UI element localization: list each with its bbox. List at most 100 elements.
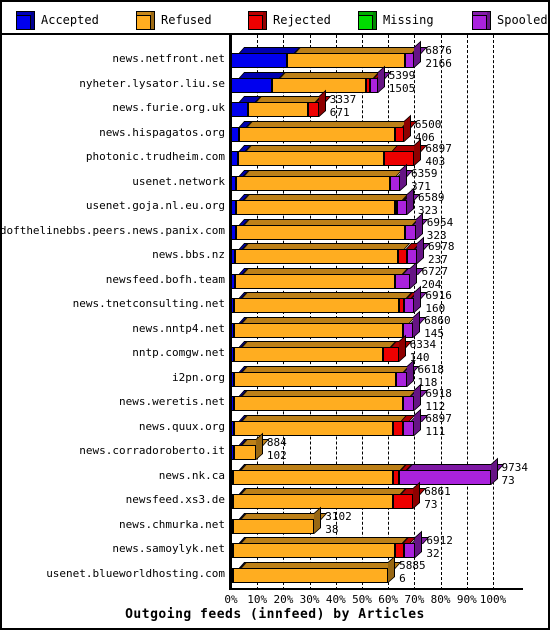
bar-total-label: 6500 — [414, 117, 442, 131]
y-axis-label: news.hispagatos.org — [99, 125, 225, 139]
y-axis-label: usenet.blueworldhosting.com — [46, 566, 225, 580]
bar-row: 884 102 — [231, 432, 493, 461]
bar-row: 6861 73 — [231, 481, 493, 510]
bar-total-label: 6954 — [426, 215, 454, 229]
x-tick-label: 60% — [378, 593, 399, 606]
bar-segment-rejected — [395, 543, 404, 558]
bar-side-cap — [314, 506, 322, 534]
bar-segment-refused — [236, 200, 395, 215]
x-tick-label: 70% — [404, 593, 425, 606]
bar-side-cap — [414, 40, 422, 68]
x-tick-label: 0% — [224, 593, 238, 606]
bar-value-label: 111 — [425, 424, 446, 438]
bar-value-label: 323 — [426, 228, 447, 242]
y-axis-label: news.tnetconsulting.net — [72, 297, 225, 310]
y-axis-label: endofthelinebbs.peers.news.panix.com — [0, 223, 225, 237]
bar-side-cap — [410, 261, 418, 289]
y-axis-label: news.chmurka.net — [119, 517, 225, 531]
bar-segment-refused — [287, 53, 406, 68]
legend-swatch-spooled-icon — [472, 10, 491, 30]
bar-segment-spooled — [394, 273, 411, 289]
x-tick-label: 10% — [247, 593, 268, 606]
bar-row: 6860 145 — [231, 310, 493, 340]
bar-side-cap — [417, 236, 425, 264]
bar-value-label: 237 — [428, 253, 448, 266]
bar-row: 6916 160 — [231, 285, 493, 314]
y-axis-label: news.nntp4.net — [132, 321, 225, 335]
bar-value-label: 6 — [399, 571, 406, 585]
chart-legend: Accepted Refused Rejected Missing Spooled — [2, 2, 548, 35]
bar-total-label: 6912 — [426, 534, 453, 547]
bar-segment-spooled — [369, 77, 378, 93]
bar-value-label: 2166 — [425, 57, 452, 70]
bar-segment-rejected — [384, 151, 415, 166]
legend-item-missing: Missing — [358, 7, 434, 33]
bar-side-cap — [413, 310, 421, 338]
gridline — [493, 35, 494, 590]
bar-total-label: 6589 — [417, 191, 445, 204]
bar-segment-refused — [233, 371, 397, 387]
bar-row: 6918 112 — [231, 383, 493, 412]
y-axis-label: news.netfront.net — [112, 52, 225, 65]
bar-segment-refused — [233, 445, 256, 460]
bar-segment-refused — [233, 396, 403, 411]
y-axis-label: news.samoylyk.net — [112, 542, 225, 555]
bar-total-label: 6334 — [409, 338, 437, 351]
bar-segment-spooled — [402, 420, 415, 436]
bar-segment-refused — [237, 151, 385, 166]
legend-item-accepted: Accepted — [16, 7, 99, 33]
bar-row: 6727 204 — [231, 261, 493, 291]
bar-segment-refused — [271, 77, 366, 93]
bar-row: 6912 32 — [231, 530, 493, 559]
bar-segment-spooled — [405, 224, 416, 240]
bar-side-cap — [318, 89, 326, 117]
bar-value-label: 204 — [421, 277, 442, 291]
bar-total-label: 5399 — [388, 68, 416, 82]
bar-segment-refused — [236, 224, 406, 240]
y-axis-label: nyheter.lysator.liu.se — [79, 76, 225, 90]
bar-row: 6876 2166 — [231, 40, 493, 70]
bar-side-cap — [377, 65, 385, 93]
y-axis-label: news.furie.org.uk — [112, 101, 225, 114]
bar-row: 6897 111 — [231, 408, 493, 438]
y-axis-label: news.weretis.net — [119, 395, 225, 408]
bar-side-cap — [490, 457, 498, 485]
bar-total-label: 3102 — [325, 509, 352, 523]
y-axis-label: news.corradoroberto.it — [79, 444, 225, 457]
y-axis-label: usenet.network — [132, 174, 225, 188]
bar-segment-refused — [238, 126, 395, 142]
legend-label: Missing — [383, 13, 434, 27]
chart-root: Accepted Refused Rejected Missing Spooled ne… — [0, 0, 550, 630]
bar-row: 6897 403 — [231, 138, 493, 167]
bar-total-label: 884 — [266, 436, 287, 449]
plot-wrapper: news.netfront.net nyheter.lysator.liu.se n… — [0, 35, 548, 628]
bar-side-cap — [414, 383, 422, 411]
plot-area: 6876 2166 5399 1505 3337 671 6500 406 6897 403 635… — [229, 35, 528, 590]
bar-total-label: 6861 — [424, 485, 451, 498]
y-axis-label: i2pn.org — [172, 370, 225, 384]
bar-segment-spooled — [398, 469, 491, 485]
bar-segment-rejected — [397, 249, 407, 264]
bar-segment-refused — [235, 249, 398, 264]
bar-total-label: 6618 — [417, 362, 445, 376]
legend-swatch-accepted-icon — [16, 10, 35, 30]
legend-label: Accepted — [41, 13, 99, 27]
bar-side-cap — [406, 187, 414, 215]
legend-swatch-rejected-icon — [248, 10, 267, 30]
bar-value-label: 671 — [329, 106, 350, 119]
bar-row: 6359 371 — [231, 163, 493, 192]
x-tick-label: 100% — [479, 593, 507, 606]
bar-total-label: 5885 — [399, 558, 426, 572]
bar-segment-refused — [233, 494, 393, 509]
y-axis-label: news.nk.ca — [158, 468, 225, 482]
bar-segment-refused — [233, 469, 393, 485]
bar-segment-refused — [234, 322, 403, 338]
bar-segment-accepted — [231, 102, 249, 117]
legend-swatch-refused-icon — [136, 10, 155, 30]
legend-item-rejected: Rejected — [248, 7, 331, 33]
bar-segment-refused — [236, 175, 390, 191]
bar-side-cap — [414, 285, 422, 313]
bar-total-label: 6897 — [425, 142, 452, 155]
bar-value-label: 145 — [424, 326, 444, 340]
bar-total-label: 9734 — [501, 460, 529, 474]
